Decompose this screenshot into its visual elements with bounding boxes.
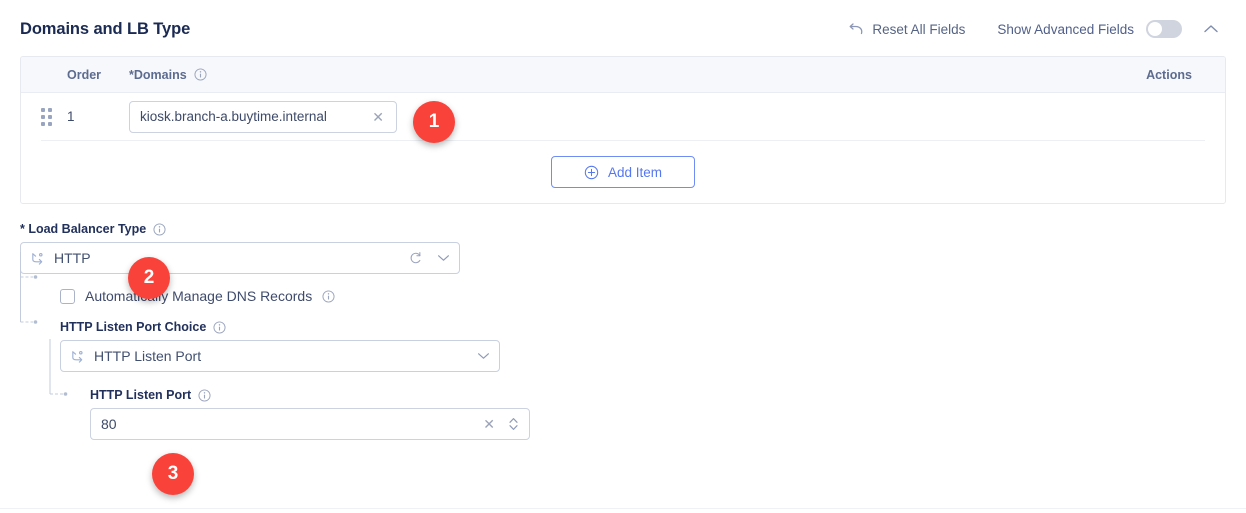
table-row: 1 kiosk.branch-a.buytime.internal ✕ (41, 93, 1205, 141)
show-advanced-fields-label: Show Advanced Fields (997, 21, 1134, 37)
info-icon[interactable] (322, 289, 335, 303)
domains-table-card: Order *Domains Actions 1 kiosk.branch-a.… (20, 56, 1226, 204)
listen-port-input[interactable]: 80 ✕ (90, 408, 530, 440)
plus-circle-icon (584, 165, 599, 180)
select-controls (477, 352, 490, 360)
switch-knob (1148, 22, 1162, 36)
auto-dns-checkbox[interactable] (60, 288, 75, 304)
info-icon[interactable] (213, 320, 226, 334)
info-icon[interactable] (153, 222, 166, 236)
close-icon[interactable]: ✕ (370, 110, 386, 124)
domains-table-header: Order *Domains Actions (21, 57, 1225, 93)
load-balancer-type-select[interactable]: HTTP (20, 242, 460, 274)
table-header-domains: *Domains (129, 68, 1121, 82)
page-title: Domains and LB Type (20, 19, 191, 38)
add-item-button[interactable]: Add Item (551, 156, 695, 188)
load-balancer-section: * Load Balancer Type HTTP Automatically … (0, 204, 1246, 440)
row-drag-cell (41, 107, 67, 126)
callout-badge-1: 1 (413, 101, 455, 143)
domain-input[interactable]: kiosk.branch-a.buytime.internal ✕ (129, 100, 397, 133)
load-balancer-type-value: HTTP (54, 250, 91, 266)
add-item-row: Add Item (21, 141, 1225, 203)
table-header-domains-label: *Domains (129, 67, 187, 82)
table-header-actions: Actions (1146, 67, 1192, 82)
listen-port-label: HTTP Listen Port (90, 388, 1226, 402)
listen-port-group: HTTP Listen Port 80 ✕ (90, 388, 1226, 440)
listen-port-value: 80 (101, 416, 117, 432)
listen-port-choice-select[interactable]: HTTP Listen Port (60, 340, 500, 372)
reset-all-fields-label: Reset All Fields (872, 21, 966, 37)
panel-header: Domains and LB Type Reset All Fields Sho… (0, 0, 1246, 56)
chevron-up-icon (1203, 24, 1219, 34)
row-order-value: 1 (67, 109, 75, 124)
load-balancer-type-label: * Load Balancer Type (20, 222, 1226, 236)
table-header-order: Order (67, 67, 102, 82)
callout-badge-3: 3 (152, 453, 194, 495)
reset-all-fields-button[interactable]: Reset All Fields (842, 20, 971, 39)
show-advanced-fields-toggle[interactable]: Show Advanced Fields (997, 20, 1182, 38)
refresh-icon[interactable] (409, 251, 423, 265)
auto-dns-row: Automatically Manage DNS Records (60, 288, 1226, 304)
header-actions: Reset All Fields Show Advanced Fields (842, 18, 1222, 40)
listen-port-controls: ✕ (481, 416, 519, 432)
branch-icon (30, 251, 45, 266)
auto-dns-checkbox-row[interactable]: Automatically Manage DNS Records (60, 288, 1226, 304)
collapse-section-button[interactable] (1200, 18, 1222, 40)
listen-port-choice-group: HTTP Listen Port Choice HTTP Listen Port (60, 320, 1226, 440)
callout-badge-2: 2 (128, 257, 170, 299)
select-controls (409, 251, 450, 265)
stepper-icon[interactable] (508, 416, 519, 432)
undo-arrow-icon (848, 22, 864, 36)
advanced-fields-switch[interactable] (1146, 20, 1182, 38)
listen-port-choice-label-text: HTTP Listen Port Choice (60, 320, 207, 334)
add-item-label: Add Item (607, 164, 663, 180)
domain-input-value: kiosk.branch-a.buytime.internal (140, 109, 327, 124)
listen-port-choice-label: HTTP Listen Port Choice (60, 320, 1226, 334)
chevron-down-icon[interactable] (437, 254, 450, 262)
auto-dns-label: Automatically Manage DNS Records (85, 288, 313, 304)
load-balancer-type-label-text: * Load Balancer Type (20, 222, 147, 236)
info-icon[interactable] (194, 68, 207, 81)
listen-port-choice-value: HTTP Listen Port (94, 348, 202, 364)
branch-icon (70, 349, 85, 364)
drag-handle-icon[interactable] (41, 107, 52, 126)
close-icon[interactable]: ✕ (481, 417, 497, 431)
bottom-divider (0, 508, 1246, 509)
chevron-down-icon[interactable] (477, 352, 490, 360)
row-domain-cell: kiosk.branch-a.buytime.internal ✕ (129, 100, 1101, 133)
info-icon[interactable] (198, 388, 211, 402)
listen-port-label-text: HTTP Listen Port (90, 388, 192, 402)
